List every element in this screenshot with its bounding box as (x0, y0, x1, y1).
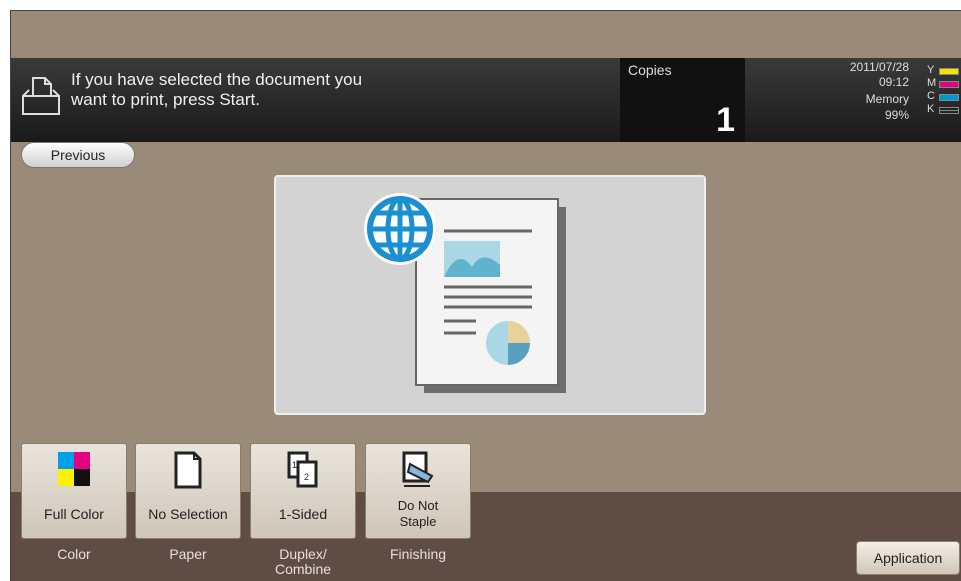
finishing-value-line1: Do Not (397, 498, 439, 513)
paper-setting-button[interactable]: No Selection (135, 443, 241, 539)
previous-button[interactable]: Previous (21, 142, 135, 168)
globe-icon (364, 193, 436, 265)
color-setting-value: Full Color (44, 506, 104, 522)
status-message-line1: If you have selected the document you (71, 70, 363, 89)
memory-label: Memory (865, 92, 909, 106)
duplex-setting-button[interactable]: 1 2 1-Sided (250, 443, 356, 539)
duplex-label-line2: Combine (274, 561, 332, 577)
finishing-setting-button[interactable]: Do Not Staple (365, 443, 471, 539)
color-setting-button[interactable]: Full Color (21, 443, 127, 539)
copies-label: Copies (628, 62, 672, 78)
duplex-setting-label: Duplex/ Combine (250, 547, 356, 577)
document-preview (274, 175, 706, 415)
toner-level-bar (939, 94, 959, 101)
status-message: If you have selected the document you wa… (71, 70, 362, 110)
toner-letter: M (927, 77, 937, 89)
memory-value: 99% (884, 108, 909, 122)
paper-setting-label: Paper (169, 546, 207, 562)
svg-text:1: 1 (292, 460, 297, 470)
document-tray-icon (22, 77, 60, 115)
toner-level-bar (939, 68, 959, 75)
color-setting-label: Color (57, 546, 91, 562)
toner-level-bar (939, 107, 959, 114)
toner-black: K (927, 103, 961, 117)
color-squares-icon (58, 452, 90, 486)
time-display: 09:12 (878, 75, 909, 89)
stapler-icon (402, 451, 434, 487)
date-display: 2011/07/28 (849, 60, 909, 74)
web-document-illustration (364, 193, 566, 393)
duplex-setting-value: 1-Sided (278, 506, 328, 522)
copies-panel: Copies 1 (620, 58, 745, 142)
application-button[interactable]: Application (856, 541, 960, 575)
device-info-panel: 2011/07/28 09:12 Memory 99% Y M C K (745, 58, 961, 142)
finishing-setting-value: Do Not Staple (366, 498, 470, 530)
paper-sheet-icon (174, 451, 202, 489)
status-bar: If you have selected the document you wa… (11, 58, 961, 142)
toner-letter: C (927, 90, 935, 102)
status-message-line2: want to print, press Start. (71, 90, 260, 109)
finishing-value-line2: Staple (399, 514, 437, 529)
duplex-label-line1: Duplex/ (279, 546, 327, 562)
svg-text:2: 2 (304, 472, 309, 482)
toner-letter: K (927, 103, 935, 115)
copies-value: 1 (716, 101, 735, 139)
paper-setting-value: No Selection (148, 506, 228, 522)
finishing-setting-label: Finishing (389, 546, 447, 562)
toner-letter: Y (927, 64, 935, 76)
toner-level-bar (939, 81, 959, 88)
duplex-pages-icon: 1 2 (287, 451, 318, 488)
panel-screen: If you have selected the document you wa… (10, 10, 961, 581)
